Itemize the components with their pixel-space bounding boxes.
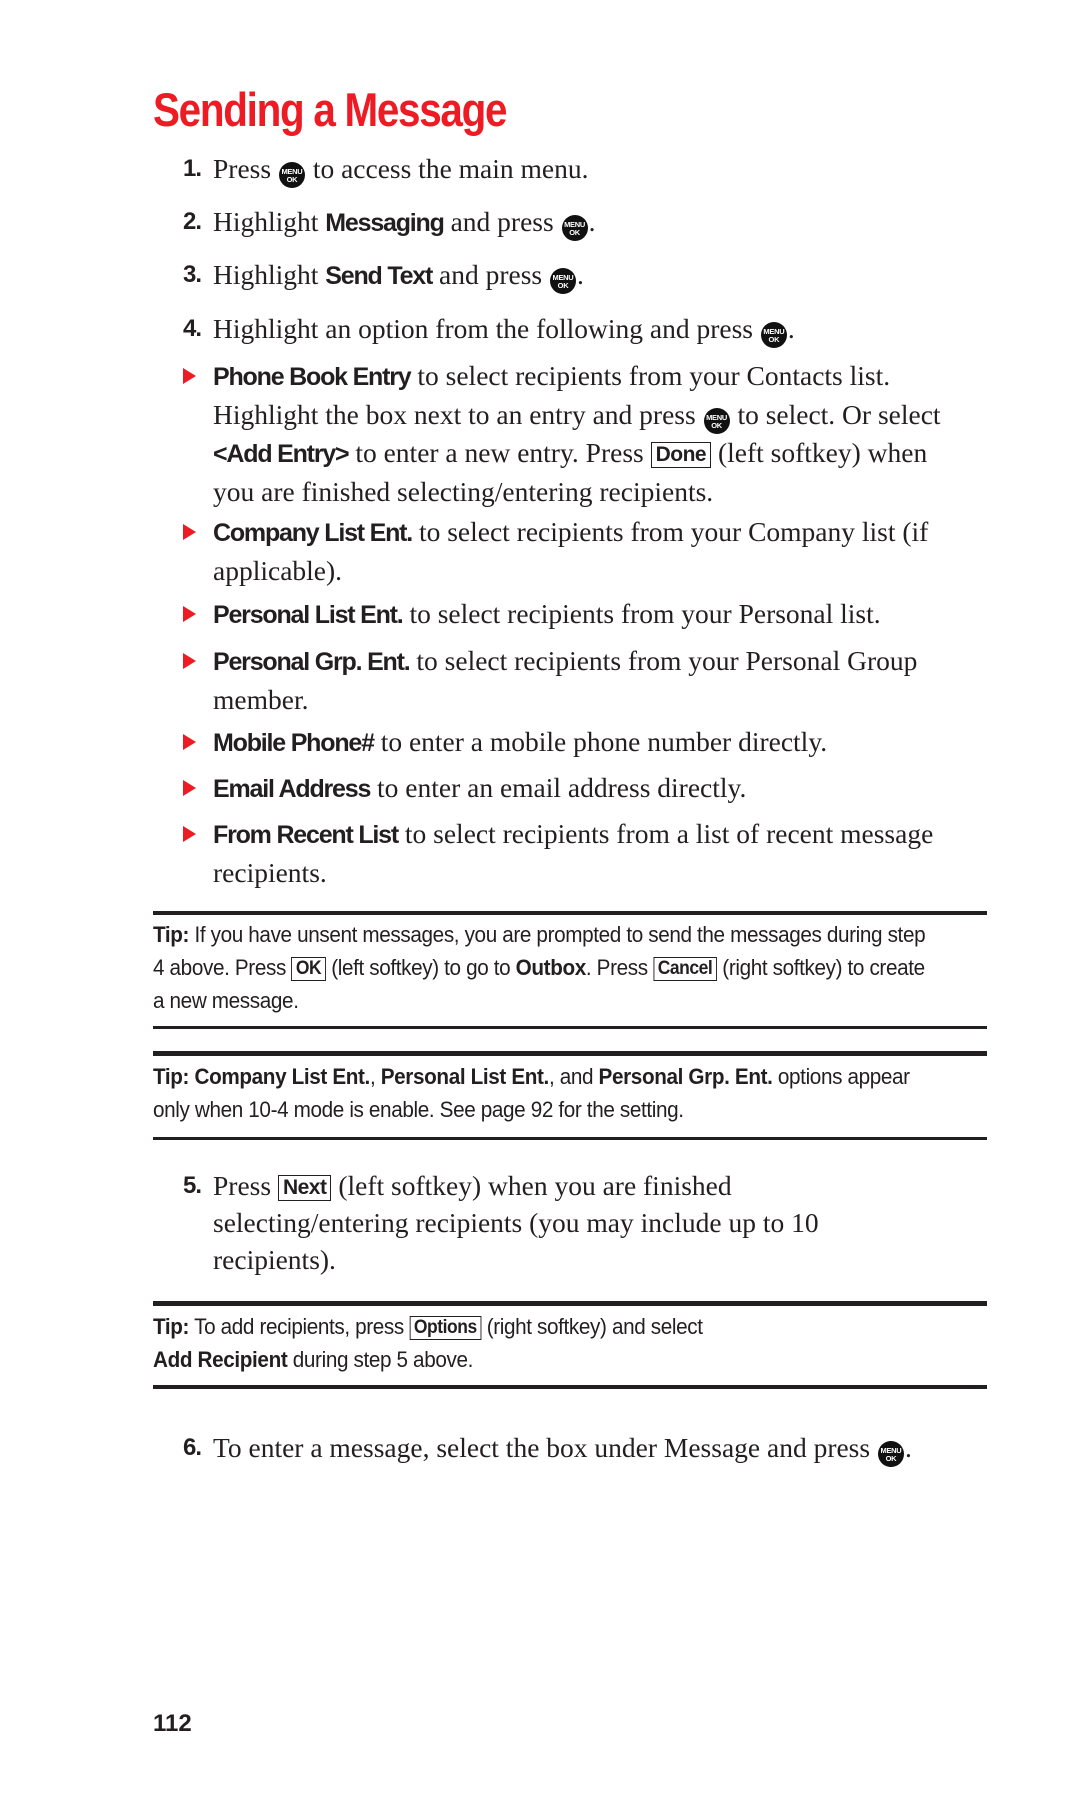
tip-unsent-messages: Tip: If you have unsent messages, you ar… xyxy=(153,922,926,1013)
divider xyxy=(153,1385,987,1389)
option-company-list: Company List Ent. to select recipients f… xyxy=(183,513,973,589)
options-softkey: Options xyxy=(409,1316,482,1340)
divider xyxy=(153,911,987,915)
step-number: 3. xyxy=(183,261,202,288)
red-triangle-bullet-icon xyxy=(183,826,196,842)
step-number: 4. xyxy=(183,315,202,342)
ok-softkey: OK xyxy=(291,957,326,981)
menu-ok-key-icon: MENU OK xyxy=(549,268,576,294)
option-mobile-phone: Mobile Phone# to enter a mobile phone nu… xyxy=(183,723,973,762)
red-triangle-bullet-icon xyxy=(183,780,196,796)
step-number: 1. xyxy=(183,155,202,182)
option-personal-list: Personal List Ent. to select recipients … xyxy=(183,595,973,634)
red-triangle-bullet-icon xyxy=(183,653,196,669)
menu-ok-key-icon: MENU OK xyxy=(877,1441,904,1467)
red-triangle-bullet-icon xyxy=(183,524,196,540)
step-number: 6. xyxy=(183,1434,202,1461)
option-recent-list: From Recent List to select recipients fr… xyxy=(183,815,973,891)
page-number: 112 xyxy=(153,1710,192,1737)
menu-item-name: Send Text xyxy=(325,262,433,290)
step-number: 5. xyxy=(183,1172,202,1199)
menu-ok-key-icon: MENU OK xyxy=(760,322,787,348)
divider xyxy=(153,1051,987,1056)
step-number: 2. xyxy=(183,208,202,235)
option-email-address: Email Address to enter an email address … xyxy=(183,769,973,808)
step-3: 3. Highlight Send Text and press MENU OK. xyxy=(183,256,983,295)
done-softkey: Done xyxy=(650,442,712,469)
divider xyxy=(153,1137,987,1140)
tip-add-recipients: Tip: To add recipients, press Options (r… xyxy=(153,1314,703,1372)
menu-item-name: Messaging xyxy=(325,209,445,237)
menu-ok-key-icon: MENU OK xyxy=(703,408,730,434)
divider xyxy=(153,1026,987,1029)
step-1: 1. Press MENU OK to access the main menu. xyxy=(183,150,983,188)
option-phone-book-entry: Phone Book Entry to select recipients fr… xyxy=(183,357,973,510)
option-personal-group: Personal Grp. Ent. to select recipients … xyxy=(183,642,973,718)
divider xyxy=(153,1301,987,1306)
page-title: Sending a Message xyxy=(153,83,507,136)
menu-ok-key-icon: MENU OK xyxy=(278,162,305,188)
step-5: 5. Press Next (left softkey) when you ar… xyxy=(183,1167,983,1278)
cancel-softkey: Cancel xyxy=(653,957,717,981)
tip-10-4-mode: Tip: Company List Ent., Personal List En… xyxy=(153,1064,910,1122)
step-4: 4. Highlight an option from the followin… xyxy=(183,310,983,348)
red-triangle-bullet-icon xyxy=(183,606,196,622)
menu-ok-key-icon: MENU OK xyxy=(561,215,588,241)
step-6: 6. To enter a message, select the box un… xyxy=(183,1429,983,1467)
next-softkey: Next xyxy=(277,1175,332,1202)
red-triangle-bullet-icon xyxy=(183,734,196,750)
red-triangle-bullet-icon xyxy=(183,368,196,384)
step-2: 2. Highlight Messaging and press MENU OK. xyxy=(183,203,983,242)
